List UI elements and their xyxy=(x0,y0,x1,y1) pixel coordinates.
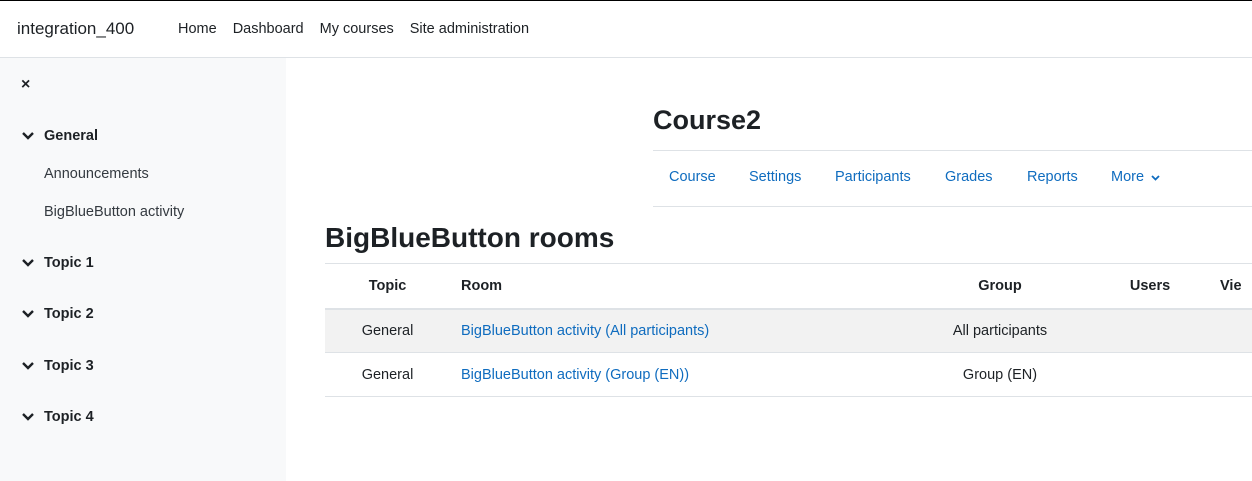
section-topic-2[interactable]: Topic 2 xyxy=(22,306,94,322)
section-label: Topic 4 xyxy=(44,409,94,425)
rooms-table: Topic Room Group Users Vie General BigBl… xyxy=(325,263,1252,397)
secondary-navigation: Course Settings Participants Grades Repo… xyxy=(653,150,1252,207)
section-topic-1[interactable]: Topic 1 xyxy=(22,255,94,271)
activity-announcements[interactable]: Announcements xyxy=(44,166,149,182)
cell-topic: General xyxy=(325,308,450,353)
tab-participants[interactable]: Participants xyxy=(835,169,911,185)
chevron-down-icon xyxy=(1151,175,1160,181)
tab-more-label: More xyxy=(1111,169,1145,185)
close-drawer-icon[interactable]: × xyxy=(21,76,30,94)
tab-grades[interactable]: Grades xyxy=(945,169,993,185)
section-label: Topic 1 xyxy=(44,255,94,271)
col-topic: Topic xyxy=(325,263,450,310)
section-label: General xyxy=(44,128,98,144)
section-topic-3[interactable]: Topic 3 xyxy=(22,358,94,374)
col-room: Room xyxy=(450,263,910,310)
cell-room: BigBlueButton activity (All participants… xyxy=(450,308,910,353)
chevron-down-icon[interactable] xyxy=(22,128,36,144)
cell-users xyxy=(1090,308,1210,353)
chevron-down-icon[interactable] xyxy=(22,255,36,271)
course-title: Course2 xyxy=(653,105,762,135)
page-heading: BigBlueButton rooms xyxy=(325,222,615,253)
site-name[interactable]: integration_400 xyxy=(17,19,134,39)
tab-course[interactable]: Course xyxy=(669,169,716,185)
cell-users xyxy=(1090,352,1210,397)
room-link[interactable]: BigBlueButton activity (Group (EN)) xyxy=(461,367,689,383)
primary-navigation: Home Dashboard My courses Site administr… xyxy=(178,21,545,37)
cell-room: BigBlueButton activity (Group (EN)) xyxy=(450,352,910,397)
course-index-drawer: × General Announcements BigBlueButton ac… xyxy=(0,58,286,481)
nav-dashboard[interactable]: Dashboard xyxy=(233,21,304,37)
table-row: General BigBlueButton activity (All part… xyxy=(325,308,1252,353)
section-label: Topic 3 xyxy=(44,358,94,374)
col-group: Group xyxy=(910,263,1090,310)
activity-bigbluebutton[interactable]: BigBlueButton activity xyxy=(44,204,184,220)
cell-topic: General xyxy=(325,352,450,397)
tab-reports[interactable]: Reports xyxy=(1027,169,1078,185)
room-link[interactable]: BigBlueButton activity (All participants… xyxy=(461,323,709,339)
chevron-down-icon[interactable] xyxy=(22,358,36,374)
nav-my-courses[interactable]: My courses xyxy=(320,21,394,37)
table-row: General BigBlueButton activity (Group (E… xyxy=(325,352,1252,397)
cell-group: Group (EN) xyxy=(910,352,1090,397)
col-users: Users xyxy=(1090,263,1210,310)
section-label: Topic 2 xyxy=(44,306,94,322)
nav-site-administration[interactable]: Site administration xyxy=(410,21,529,37)
col-view: Vie xyxy=(1210,263,1252,310)
chevron-down-icon[interactable] xyxy=(22,306,36,322)
chevron-down-icon[interactable] xyxy=(22,409,36,425)
cell-view xyxy=(1210,352,1252,397)
section-topic-4[interactable]: Topic 4 xyxy=(22,409,94,425)
top-navbar: integration_400 Home Dashboard My course… xyxy=(0,0,1252,58)
cell-view xyxy=(1210,308,1252,353)
section-general[interactable]: General xyxy=(22,128,98,144)
nav-home[interactable]: Home xyxy=(178,21,217,37)
tab-settings[interactable]: Settings xyxy=(749,169,801,185)
tab-more[interactable]: More xyxy=(1111,169,1160,185)
cell-group: All participants xyxy=(910,308,1090,353)
table-header-row: Topic Room Group Users Vie xyxy=(325,263,1252,310)
